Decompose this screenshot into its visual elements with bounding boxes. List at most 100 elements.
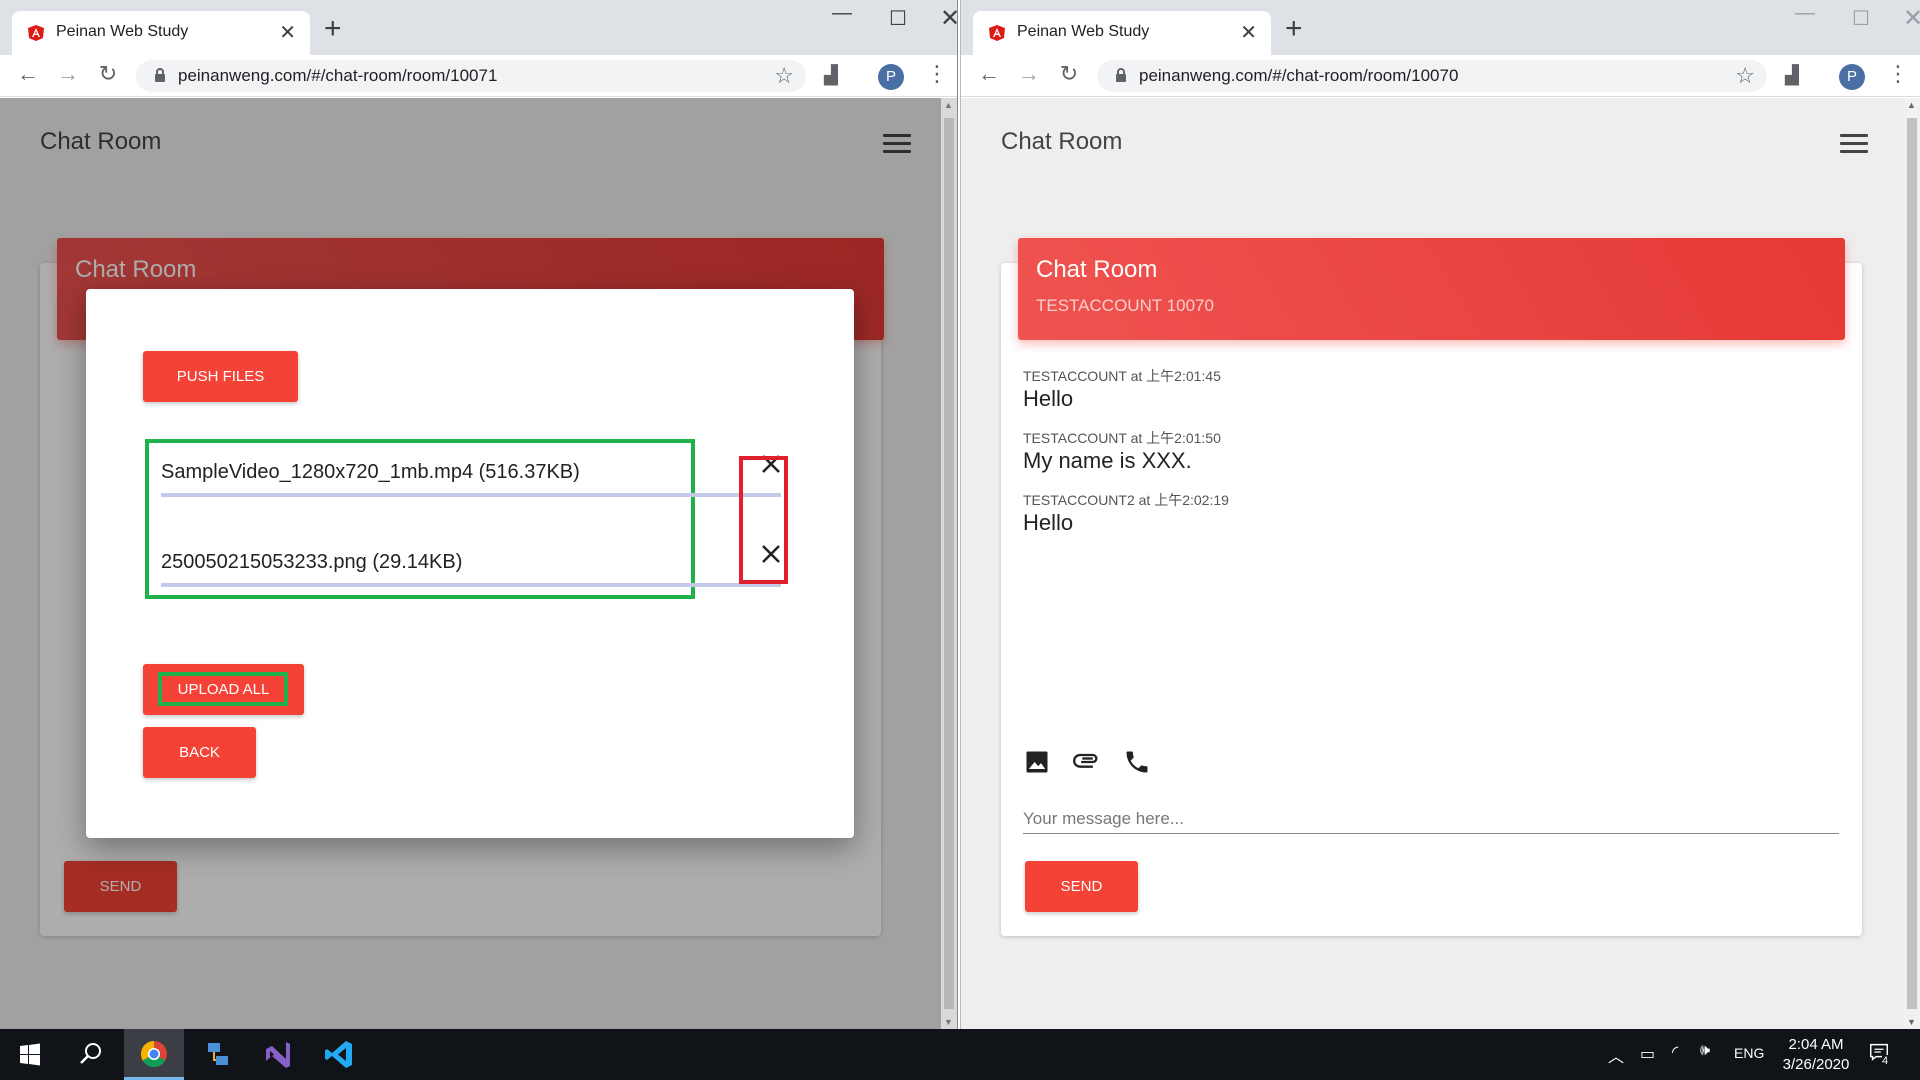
page-viewport: Chat Room Chat Room SEND PUSH FILES Samp…: [0, 98, 957, 1029]
page-scrollbar[interactable]: ▲ ▼: [1904, 98, 1920, 1029]
file-item: SampleVideo_1280x720_1mb.mp4 (516.37KB): [161, 439, 781, 499]
push-files-button[interactable]: PUSH FILES: [143, 351, 298, 402]
lock-icon: [1116, 68, 1126, 82]
scroll-down-arrow-icon[interactable]: ▼: [1907, 1017, 1916, 1027]
tab-strip: Peinan Web Study ✕ + — ☐ ✕: [0, 0, 957, 55]
message-text: Hello: [1023, 386, 1074, 411]
chat-card-header: Chat Room TESTACCOUNT 10070: [1018, 238, 1845, 340]
reload-icon[interactable]: ↻: [94, 61, 122, 87]
notification-center-icon[interactable]: 4: [1868, 1041, 1898, 1080]
page-scrollbar[interactable]: ▲ ▼: [941, 98, 957, 1029]
file-progress-bar: [161, 583, 781, 587]
file-item: 250050215053233.png (29.14KB): [161, 529, 781, 589]
chrome-taskbar-icon[interactable]: [124, 1029, 184, 1080]
clock-date: 3/26/2020: [1782, 1056, 1850, 1073]
new-tab-icon[interactable]: +: [1285, 14, 1303, 44]
browser-toolbar: ← → ↻ peinanweng.com/#/chat-room/room/10…: [0, 55, 957, 97]
visual-studio-icon[interactable]: [248, 1029, 308, 1080]
maximize-icon[interactable]: ☐: [883, 6, 913, 31]
angular-icon: [28, 25, 44, 41]
bookmark-star-icon[interactable]: ☆: [774, 63, 794, 89]
menu-kebab-icon[interactable]: ⋮: [1887, 61, 1909, 87]
notification-count: 4: [1882, 1055, 1889, 1067]
language-indicator[interactable]: ENG: [1734, 1045, 1764, 1080]
profile-avatar[interactable]: P: [878, 64, 904, 90]
message-meta: TESTACCOUNT at 上午2:01:45: [1023, 368, 1221, 384]
browser-window-right: Peinan Web Study ✕ + — ☐ ✕ ← → ↻ peinanw…: [960, 0, 1920, 1029]
scroll-thumb[interactable]: [944, 118, 954, 1009]
tab-title: Peinan Web Study: [1017, 23, 1150, 40]
tab-title: Peinan Web Study: [56, 23, 189, 40]
clock-time: 2:04 AM: [1788, 1036, 1844, 1053]
message-input[interactable]: [1023, 804, 1839, 834]
back-arrow-icon[interactable]: ←: [14, 61, 42, 87]
tray-chevron-icon[interactable]: ︿: [1608, 1043, 1624, 1080]
card-title: Chat Room: [1036, 256, 1158, 283]
tab-strip: Peinan Web Study ✕ + — ☐ ✕: [961, 0, 1920, 55]
app-title: Chat Room: [1001, 128, 1123, 155]
maximize-icon[interactable]: ☐: [1846, 6, 1876, 31]
angular-icon: [989, 25, 1005, 41]
card-subtitle: TESTACCOUNT 10070: [1036, 296, 1214, 315]
scroll-thumb[interactable]: [1907, 118, 1917, 1009]
extension-icon[interactable]: ▟: [1785, 65, 1799, 86]
menu-kebab-icon[interactable]: ⋮: [926, 61, 948, 87]
message-text: Hello: [1023, 510, 1074, 535]
forward-arrow-icon[interactable]: →: [1015, 61, 1043, 87]
message-item: TESTACCOUNT at 上午2:01:45 Hello: [1023, 366, 1229, 420]
wifi-icon[interactable]: ◜: [1672, 1042, 1678, 1080]
windows-taskbar: ︿ ▭ ◜ 🕪 ENG 2:04 AM 3/26/2020 4: [0, 1029, 1920, 1080]
search-icon[interactable]: [60, 1029, 120, 1080]
hamburger-menu-icon[interactable]: [1840, 134, 1868, 154]
browser-tab[interactable]: Peinan Web Study ✕: [973, 11, 1271, 55]
url-text: peinanweng.com/#/chat-room/room/10071: [178, 66, 498, 85]
browser-toolbar: ← → ↻ peinanweng.com/#/chat-room/room/10…: [961, 55, 1920, 97]
browser-tab[interactable]: Peinan Web Study ✕: [12, 11, 310, 55]
file-name: SampleVideo_1280x720_1mb.mp4 (516.37KB): [161, 461, 580, 483]
new-tab-icon[interactable]: +: [324, 14, 342, 44]
browser-window-left: Peinan Web Study ✕ + — ☐ ✕ ← → ↻ peinanw…: [0, 0, 958, 1029]
volume-icon[interactable]: 🕪: [1700, 1042, 1710, 1080]
image-icon[interactable]: [1023, 748, 1051, 776]
reload-icon[interactable]: ↻: [1055, 61, 1083, 87]
message-meta: TESTACCOUNT2 at 上午2:02:19: [1023, 492, 1229, 508]
remove-buttons-highlight: [739, 456, 788, 584]
network-app-icon[interactable]: [186, 1029, 246, 1080]
system-clock[interactable]: 2:04 AM 3/26/2020: [1776, 1035, 1856, 1075]
close-window-icon[interactable]: ✕: [935, 4, 957, 33]
scroll-up-arrow-icon[interactable]: ▲: [1907, 100, 1916, 110]
file-progress-bar: [161, 493, 781, 497]
page-viewport: Chat Room Chat Room TESTACCOUNT 10070 TE…: [961, 98, 1920, 1029]
upload-all-highlight: [158, 672, 288, 706]
file-name: 250050215053233.png (29.14KB): [161, 551, 463, 573]
attachment-icon[interactable]: [1073, 748, 1101, 776]
profile-avatar[interactable]: P: [1839, 64, 1865, 90]
windows-start-icon[interactable]: [0, 1029, 60, 1080]
chat-card: [1001, 263, 1862, 936]
address-bar[interactable]: peinanweng.com/#/chat-room/room/10070 ☆: [1097, 60, 1767, 92]
address-bar[interactable]: peinanweng.com/#/chat-room/room/10071 ☆: [136, 60, 806, 92]
tab-close-icon[interactable]: ✕: [1240, 20, 1257, 45]
lock-icon: [155, 68, 165, 82]
back-arrow-icon[interactable]: ←: [975, 61, 1003, 87]
message-item: TESTACCOUNT at 上午2:01:50 My name is XXX.: [1023, 428, 1229, 482]
message-item: TESTACCOUNT2 at 上午2:02:19 Hello: [1023, 490, 1229, 544]
bookmark-star-icon[interactable]: ☆: [1735, 63, 1755, 89]
phone-icon[interactable]: [1123, 748, 1151, 776]
scroll-down-arrow-icon[interactable]: ▼: [944, 1017, 953, 1027]
back-button[interactable]: BACK: [143, 727, 256, 778]
url-text: peinanweng.com/#/chat-room/room/10070: [1139, 66, 1459, 85]
battery-icon[interactable]: ▭: [1640, 1044, 1655, 1080]
vscode-icon[interactable]: [310, 1029, 370, 1080]
scroll-up-arrow-icon[interactable]: ▲: [944, 100, 953, 110]
message-text: My name is XXX.: [1023, 448, 1192, 473]
forward-arrow-icon[interactable]: →: [54, 61, 82, 87]
close-window-icon[interactable]: ✕: [1898, 4, 1920, 33]
tab-close-icon[interactable]: ✕: [279, 20, 296, 45]
minimize-icon[interactable]: —: [1790, 2, 1820, 25]
minimize-icon[interactable]: —: [827, 2, 857, 25]
upload-dialog: PUSH FILES SampleVideo_1280x720_1mb.mp4 …: [86, 289, 854, 838]
message-list: TESTACCOUNT at 上午2:01:45 Hello TESTACCOU…: [1023, 366, 1229, 552]
send-button[interactable]: SEND: [1025, 861, 1138, 912]
extension-icon[interactable]: ▟: [824, 65, 838, 86]
